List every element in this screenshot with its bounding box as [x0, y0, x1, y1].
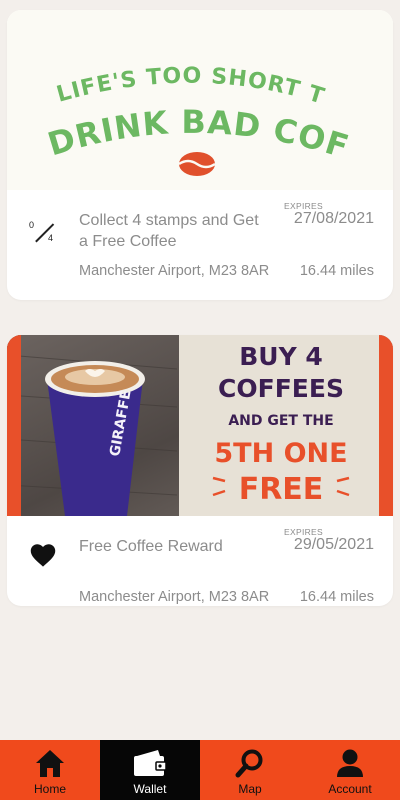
offer-location: Manchester Airport, M23 8AR: [79, 589, 270, 605]
offer-title: Collect 4 stamps and Get a Free Coffee: [79, 212, 259, 250]
stamp-count: 0: [29, 220, 35, 230]
offer-banner-image: GIRAFFE BUY 4 COFFEES AND GET THE 5TH ON…: [7, 335, 393, 516]
offer-distance: 16.44 miles: [299, 263, 374, 279]
nav-item-account[interactable]: Account: [300, 740, 400, 800]
banner-line-1: LIFE'S TOO SHORT TO: [7, 10, 327, 110]
wallet-icon: [134, 750, 167, 776]
stamp-counter: 0 4: [29, 220, 59, 250]
banner-graphic: GIRAFFE BUY 4 COFFEES AND GET THE 5TH ON…: [7, 335, 393, 516]
expires-date: 27/08/2021: [293, 210, 374, 227]
search-icon: [235, 749, 263, 778]
heart-icon: [30, 544, 56, 567]
banner-line-3: AND GET THE: [228, 413, 333, 429]
banner-graphic: LIFE'S TOO SHORT TO DRINK BAD COFFEE: [7, 10, 353, 176]
stamp-total: 4: [48, 233, 54, 243]
nav-label-home: Home: [33, 782, 66, 796]
account-icon: [337, 749, 363, 777]
nav-label-map: Map: [238, 782, 262, 796]
home-icon: [36, 750, 64, 777]
bottom-nav: Home Wallet Map Account: [0, 740, 400, 800]
banner-line-1: BUY 4: [239, 342, 323, 371]
nav-label-wallet: Wallet: [133, 782, 167, 796]
banner-line-5: FREE: [239, 472, 324, 507]
offer-location: Manchester Airport, M23 8AR: [79, 263, 270, 279]
nav-item-wallet[interactable]: Wallet: [100, 740, 200, 800]
expires-date: 29/05/2021: [293, 536, 374, 553]
offer-title: Free Coffee Reward: [79, 538, 223, 555]
banner-line-4: 5TH ONE: [214, 438, 347, 469]
offer-info: 0 4 Collect 4 stamps and Get a Free Coff…: [7, 190, 393, 300]
svg-text:LIFE'S TOO SHORT TO: LIFE'S TOO SHORT TO: [7, 10, 328, 110]
nav-item-map[interactable]: Map: [200, 740, 300, 800]
banner-line-2: COFFEES: [218, 374, 344, 403]
offer-distance: 16.44 miles: [299, 589, 374, 605]
offer-info: Free Coffee Reward EXPIRES 29/05/2021 Ma…: [7, 516, 393, 606]
offer-card-stamps[interactable]: LIFE'S TOO SHORT TO DRINK BAD COFFEE 0 4…: [7, 10, 393, 300]
offer-banner-image: LIFE'S TOO SHORT TO DRINK BAD COFFEE: [7, 10, 393, 190]
offer-card-reward[interactable]: GIRAFFE BUY 4 COFFEES AND GET THE 5TH ON…: [7, 335, 393, 606]
coffee-bean-icon: [178, 152, 216, 176]
nav-label-account: Account: [328, 782, 372, 796]
nav-item-home[interactable]: Home: [0, 740, 100, 800]
